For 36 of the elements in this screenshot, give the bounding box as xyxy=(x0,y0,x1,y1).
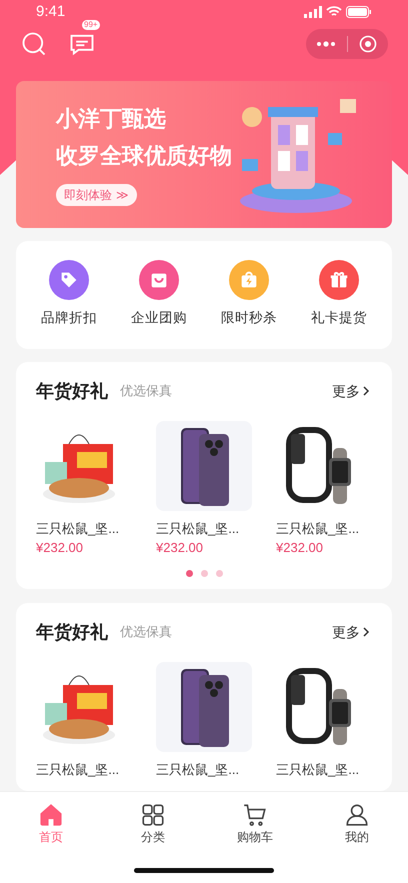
section-subtitle: 优选保真 xyxy=(120,623,172,642)
tab-bar-item[interactable]: 分类 xyxy=(118,802,188,846)
banner-subtitle: 收罗全球优质好物 xyxy=(56,142,232,170)
product-name: 三只松鼠_坚... xyxy=(276,520,360,538)
category-grid-icon xyxy=(140,802,166,828)
product-price: ¥232.00 xyxy=(276,539,324,557)
target-circle-icon xyxy=(358,34,377,52)
battery-icon xyxy=(346,6,372,18)
more-link[interactable]: 更多 xyxy=(332,622,372,642)
cart-icon xyxy=(242,802,268,828)
product-name: 三只松鼠_坚... xyxy=(276,760,360,779)
product-price: ¥232.00 xyxy=(36,539,84,557)
tab-bar-item[interactable]: 购物车 xyxy=(220,802,290,846)
product-name: 三只松鼠_坚... xyxy=(156,520,240,538)
shortcut-button[interactable]: 品牌折扣 xyxy=(33,260,105,329)
shortcut-button[interactable]: 企业团购 xyxy=(123,260,195,329)
section-subtitle: 优选保真 xyxy=(120,382,172,400)
more-link[interactable]: 更多 xyxy=(332,380,372,402)
signal-icon xyxy=(304,6,322,18)
shortcut-button[interactable]: 限时秒杀 xyxy=(213,260,285,329)
product-price: ¥232.00 xyxy=(156,539,204,557)
home-icon xyxy=(38,802,64,828)
search-icon xyxy=(20,30,48,58)
shortcut-button[interactable]: 礼卡提货 xyxy=(303,260,375,329)
product-name: 三只松鼠_坚... xyxy=(156,760,240,779)
wifi-icon xyxy=(326,6,342,18)
section-title: 年货好礼 xyxy=(36,620,108,644)
tab-bar-item[interactable]: 我的 xyxy=(322,802,392,846)
section-title: 年货好礼 xyxy=(36,380,108,402)
more-dots-icon xyxy=(316,40,336,46)
search-button[interactable] xyxy=(20,30,48,58)
user-icon xyxy=(344,802,370,828)
banner-title: 小洋丁甄选 xyxy=(56,105,167,133)
product-name: 三只松鼠_坚... xyxy=(36,760,120,779)
product-name: 三只松鼠_坚... xyxy=(36,520,120,538)
status-time: 9:41 xyxy=(36,2,66,22)
